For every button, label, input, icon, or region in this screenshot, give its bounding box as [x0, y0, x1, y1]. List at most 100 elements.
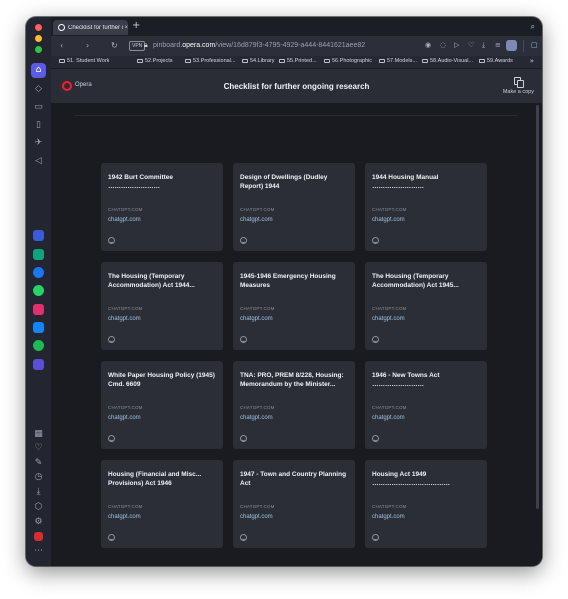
history-icon[interactable]: ◷	[32, 471, 45, 484]
download-tb-icon[interactable]: ⤓	[482, 41, 485, 50]
instagram-app-icon[interactable]	[33, 304, 44, 315]
download-icon[interactable]: ⤓	[32, 486, 45, 499]
megaphone-icon[interactable]: ◁	[32, 155, 45, 168]
bookmark-label: 57.Models...	[387, 58, 417, 64]
reaction-icon[interactable]	[372, 534, 379, 541]
bluesky-app-icon[interactable]	[33, 322, 44, 333]
pin-card[interactable]: Housing (Financial and Misc... Provision…	[101, 460, 223, 548]
aria-app-icon[interactable]	[33, 230, 44, 241]
bookmark-folder[interactable]: 59.Awards	[479, 58, 513, 64]
bookmark-folder[interactable]: 56.Photographic	[324, 58, 372, 64]
pin-card[interactable]: 1944 Housing Manual …………………… CHATGPT.COM…	[365, 163, 487, 251]
toolbar-divider	[523, 40, 524, 52]
card-link[interactable]: chatgpt.com	[108, 316, 141, 322]
discord-app-icon[interactable]	[33, 359, 44, 370]
messenger-app-icon[interactable]	[33, 267, 44, 278]
bookmark-folder[interactable]: 53.Professional...	[185, 58, 236, 64]
heart-outline-icon[interactable]: ♡	[468, 41, 474, 50]
pin-card[interactable]: 1942 Burt Committee …………………… CHATGPT.COM…	[101, 163, 223, 251]
card-link[interactable]: chatgpt.com	[240, 514, 273, 520]
card-link[interactable]: chatgpt.com	[372, 415, 405, 421]
pin-card[interactable]: White Paper Housing Policy (1945) Cmd. 6…	[101, 361, 223, 449]
new-tab-button[interactable]: +	[132, 21, 140, 31]
camera-icon[interactable]: ◉	[425, 41, 431, 50]
reaction-icon[interactable]	[240, 534, 247, 541]
home-icon[interactable]: ⌂	[31, 63, 46, 78]
url-field[interactable]: pinboard.opera.com/view/16d879f3-4795-49…	[153, 42, 365, 49]
profile-avatar[interactable]	[506, 40, 517, 51]
reaction-icon[interactable]	[108, 534, 115, 541]
card-link[interactable]: chatgpt.com	[108, 217, 141, 223]
card-link[interactable]: chatgpt.com	[372, 514, 405, 520]
cube-icon[interactable]: ⬡	[32, 501, 45, 514]
settings-icon[interactable]: ⚙	[32, 516, 45, 529]
pin-card[interactable]: 1945-1946 Emergency Housing Measures CHA…	[233, 262, 355, 350]
pin-card[interactable]: TNA: PRO, PREM 8/228, Housing: Memorandu…	[233, 361, 355, 449]
card-title: 1942 Burt Committee ……………………	[108, 174, 174, 190]
bookmark-folder[interactable]: 57.Models...	[379, 58, 417, 64]
card-link[interactable]: chatgpt.com	[240, 316, 273, 322]
content-divider	[75, 115, 518, 116]
close-window-button[interactable]	[35, 24, 42, 31]
pin-card[interactable]: 1946 - New Towns Act …………………… CHATGPT.CO…	[365, 361, 487, 449]
card-link[interactable]: chatgpt.com	[240, 217, 273, 223]
reaction-icon[interactable]	[372, 435, 379, 442]
bookmark-tag-icon[interactable]: ◇	[32, 83, 45, 96]
pin-card[interactable]: The Housing (Temporary Accommodation) Ac…	[365, 262, 487, 350]
bookmark-label: 55.Printed...	[287, 58, 317, 64]
shield-icon[interactable]: ◌	[440, 41, 446, 50]
card-link[interactable]: chatgpt.com	[372, 217, 405, 223]
reaction-icon[interactable]	[240, 435, 247, 442]
minimize-window-button[interactable]	[35, 35, 42, 42]
chatgpt-app-icon[interactable]	[33, 249, 44, 260]
reaction-icon[interactable]	[108, 237, 115, 244]
lock-icon[interactable]: 🔒︎	[144, 41, 148, 50]
zoom-window-button[interactable]	[35, 46, 42, 53]
red-app-icon[interactable]	[34, 532, 43, 541]
bookmarks-overflow-icon[interactable]: »	[530, 57, 534, 65]
menu-icon[interactable]: ≡	[495, 41, 501, 50]
close-tab-icon[interactable]: ×	[124, 25, 128, 31]
card-link[interactable]: chatgpt.com	[240, 415, 273, 421]
extension-icon[interactable]: ▢	[531, 41, 538, 50]
reaction-icon[interactable]	[240, 336, 247, 343]
card-link[interactable]: chatgpt.com	[372, 316, 405, 322]
bookmark-folder[interactable]: 51. Student Work	[59, 58, 109, 64]
card-link[interactable]: chatgpt.com	[108, 415, 141, 421]
grid-icon[interactable]: ▦	[32, 428, 45, 441]
reload-icon[interactable]: ↻	[111, 41, 118, 51]
pin-card[interactable]: Design of Dwellings (Dudley Report) 1944…	[233, 163, 355, 251]
clipboard-icon[interactable]: ▯	[32, 119, 45, 132]
card-link[interactable]: chatgpt.com	[108, 514, 141, 520]
reaction-icon[interactable]	[372, 237, 379, 244]
card-domain: CHATGPT.COM	[240, 207, 275, 212]
bookmark-folder[interactable]: 58.Audio-Visual...	[422, 58, 473, 64]
plane-icon[interactable]: ✈	[32, 137, 45, 150]
make-copy-button[interactable]: Make a copy	[503, 89, 534, 95]
spotify-app-icon[interactable]	[33, 340, 44, 351]
tab-title: Checklist for further ong	[68, 24, 123, 31]
forward-icon[interactable]: ›	[86, 41, 89, 51]
back-icon[interactable]: ‹	[60, 41, 63, 51]
pin-card[interactable]: The Housing (Temporary Accommodation) Ac…	[101, 262, 223, 350]
bookmark-folder[interactable]: 54.Library	[242, 58, 274, 64]
vpn-badge[interactable]: VPN	[129, 41, 146, 51]
heart-icon[interactable]: ♡	[32, 442, 45, 455]
bookmark-folder[interactable]: 52.Projects	[137, 58, 173, 64]
tab-search-icon[interactable]: ⌕	[531, 22, 535, 32]
pin-card[interactable]: 1947 - Town and Country Planning Act CHA…	[233, 460, 355, 548]
briefcase-icon[interactable]: ▭	[32, 101, 45, 114]
reaction-icon[interactable]	[372, 336, 379, 343]
reaction-icon[interactable]	[108, 336, 115, 343]
page-scrollbar[interactable]	[536, 105, 539, 509]
more-icon[interactable]: ⋯	[32, 545, 45, 558]
bookmark-folder[interactable]: 55.Printed...	[279, 58, 317, 64]
whatsapp-app-icon[interactable]	[33, 285, 44, 296]
play-icon[interactable]: ▷	[454, 41, 459, 50]
active-tab[interactable]: Checklist for further ong ×	[53, 20, 128, 35]
copy-icon[interactable]	[514, 77, 524, 88]
pin-card[interactable]: Housing Act 1949 ……………………………… CHATGPT.CO…	[365, 460, 487, 548]
edit-icon[interactable]: ✎	[32, 457, 45, 470]
reaction-icon[interactable]	[108, 435, 115, 442]
reaction-icon[interactable]	[240, 237, 247, 244]
